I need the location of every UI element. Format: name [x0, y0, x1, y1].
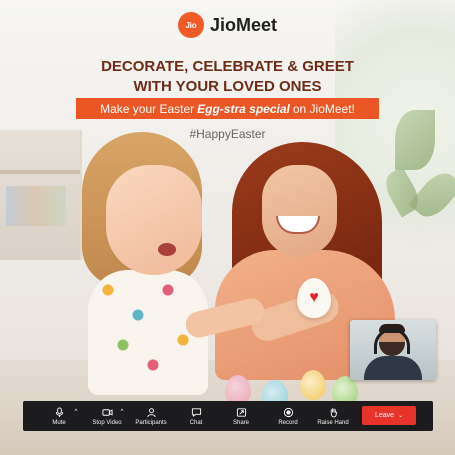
- record-label: Record: [278, 419, 298, 426]
- chat-label: Chat: [189, 419, 203, 426]
- leave-button[interactable]: Leave ⌄: [362, 406, 416, 425]
- video-camera-icon: [101, 407, 113, 418]
- tagline-prefix: Make your Easter: [100, 101, 195, 116]
- stop-video-button[interactable]: Stop Video: [87, 401, 127, 431]
- hashtag: #HappyEaster: [189, 127, 266, 141]
- brand-header: Jio JioMeet: [0, 12, 455, 38]
- child-face: [106, 165, 202, 275]
- tagline-suffix: on JioMeet!: [292, 101, 355, 116]
- self-view-video[interactable]: [350, 320, 436, 380]
- stop-video-label: Stop Video: [92, 419, 122, 426]
- chevron-up-icon[interactable]: ^: [119, 409, 125, 415]
- headline-line-2: WITH YOUR LOVED ONES: [133, 78, 322, 95]
- raise-hand-button[interactable]: Raise Hand: [315, 401, 351, 431]
- chevron-down-icon: ⌄: [398, 413, 404, 419]
- tagline-banner: Make your Easter Egg-stra special on Jio…: [76, 98, 379, 119]
- promo-screen: ♥ Jio JioMeet DECORATE, CELEBRATE & GREE…: [0, 0, 455, 455]
- participants-icon: [146, 407, 157, 418]
- leave-label: Leave: [374, 412, 395, 419]
- self-view-body: [364, 356, 422, 380]
- chat-bubble-icon: [191, 407, 202, 418]
- brand-name: JioMeet: [209, 14, 278, 35]
- child-mouth: [158, 243, 176, 256]
- jio-logo-icon: Jio: [177, 12, 204, 38]
- participants-label: Participants: [135, 419, 167, 426]
- headline-line-1: DECORATE, CELEBRATE & GREET: [101, 58, 354, 75]
- mute-label: Mute: [52, 419, 66, 426]
- chat-button[interactable]: Chat: [183, 401, 209, 431]
- microphone-icon: [54, 406, 65, 418]
- record-icon: [283, 407, 294, 418]
- shelf-decoration: [0, 130, 82, 260]
- mother-face: [262, 165, 337, 257]
- headline: DECORATE, CELEBRATE & GREET WITH YOUR LO…: [0, 57, 455, 97]
- participants-button[interactable]: Participants: [131, 401, 171, 431]
- heart-egg-icon: ♥: [297, 278, 331, 318]
- easter-egg-icon: [300, 370, 326, 400]
- tagline-emphasis: Egg-stra special: [197, 101, 290, 116]
- mute-button[interactable]: Mute: [45, 401, 73, 431]
- share-button[interactable]: Share: [227, 401, 255, 431]
- raise-hand-icon: [328, 407, 339, 418]
- share-label: Share: [232, 419, 249, 426]
- chevron-up-icon[interactable]: ^: [73, 409, 79, 415]
- record-button[interactable]: Record: [273, 401, 303, 431]
- share-screen-icon: [236, 407, 247, 418]
- raise-hand-label: Raise Hand: [317, 419, 349, 426]
